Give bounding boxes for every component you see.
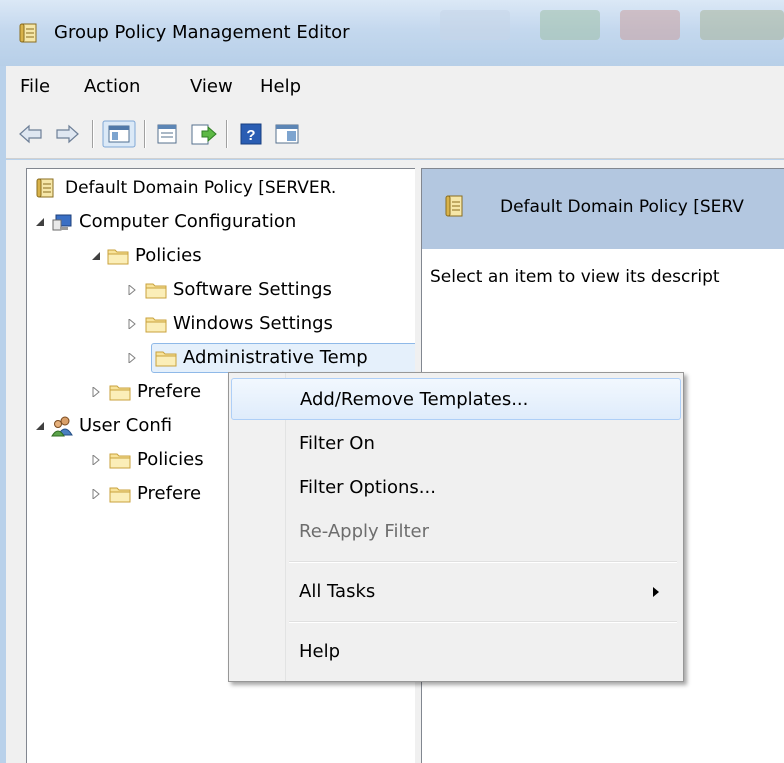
menu-item-add-remove-templates[interactable]: Add/Remove Templates... [231,378,681,420]
show-hide-console-tree-icon[interactable] [102,120,136,148]
menu-action[interactable]: Action [80,75,144,99]
policy-document-icon [19,23,37,43]
folder-icon [155,351,177,367]
tree-node-label: Policies [137,449,204,470]
window-title: Group Policy Management Editor [54,22,350,43]
computer-icon [52,214,72,231]
titlebar-decoration [540,10,600,40]
menu-item-label: Add/Remove Templates... [300,389,529,410]
policy-document-icon [445,195,463,217]
back-arrow-icon[interactable] [16,120,46,148]
menu-view[interactable]: View [186,75,237,99]
properties-icon[interactable] [152,120,182,148]
tree-node-label: Policies [135,245,202,266]
menu-item-help[interactable]: Help [231,631,681,673]
toolbar-separator [226,120,228,148]
users-icon [51,416,73,437]
titlebar-decoration [440,10,510,40]
tree-node-label: Computer Configuration [79,211,297,232]
folder-icon [109,453,131,469]
show-hide-action-pane-icon[interactable] [272,120,302,148]
titlebar-decoration [700,10,784,40]
svg-text:?: ? [246,127,255,144]
menu-item-label: Help [299,641,341,662]
help-icon[interactable]: ? [236,120,266,148]
app-window: Group Policy Management Editor File Acti… [0,0,784,763]
tree-node-label: Default Domain Policy [SERVER. [65,178,337,198]
menu-item-filter-options[interactable]: Filter Options... [231,467,681,509]
tree-node-label: Software Settings [173,279,332,300]
tree-node-label: Windows Settings [173,313,333,334]
menu-file[interactable]: File [16,75,54,99]
menu-item-label: Re-Apply Filter [299,521,429,542]
title-bar[interactable]: Group Policy Management Editor [0,0,784,66]
menu-item-filter-on[interactable]: Filter On [231,423,681,465]
folder-icon [107,249,129,265]
export-list-icon[interactable] [188,120,218,148]
folder-icon [109,385,131,401]
folder-icon [145,283,167,299]
toolbar-separator [92,120,94,148]
menu-item-all-tasks[interactable]: All Tasks [231,571,681,613]
menu-separator [289,621,677,623]
collapsed-triangle-icon[interactable] [91,455,101,465]
collapsed-triangle-icon[interactable] [127,319,137,329]
menu-item-label: Filter On [299,433,375,454]
collapsed-triangle-icon[interactable] [91,489,101,499]
policy-document-icon [36,178,54,198]
toolbar: ? [6,110,784,159]
details-description: Select an item to view its descript [430,267,720,287]
titlebar-decoration [620,10,680,40]
expanded-triangle-icon[interactable] [35,421,45,431]
tree-node-label: Administrative Temp [183,347,368,368]
expanded-triangle-icon[interactable] [91,251,101,261]
folder-icon [109,487,131,503]
tree-node-label: Prefere [137,381,202,402]
collapsed-triangle-icon[interactable] [127,353,137,363]
menu-item-label: Filter Options... [299,477,436,498]
menu-item-label: All Tasks [299,581,376,602]
toolbar-separator [144,120,146,148]
collapsed-triangle-icon[interactable] [91,387,101,397]
details-header-title: Default Domain Policy [SERV [500,197,744,217]
folder-icon [145,317,167,333]
forward-arrow-icon[interactable] [52,120,82,148]
menu-item-reapply-filter: Re-Apply Filter [231,511,681,553]
menu-separator [289,561,677,563]
context-menu: Add/Remove Templates... Filter On Filter… [228,372,684,682]
menu-bar: File Action View Help [6,66,784,111]
details-header: Default Domain Policy [SERV [422,169,784,249]
submenu-arrow-icon [653,587,659,597]
collapsed-triangle-icon[interactable] [127,285,137,295]
menu-help[interactable]: Help [256,75,305,99]
tree-node-label: User Confi [79,415,173,436]
expanded-triangle-icon[interactable] [35,217,45,227]
tree-node-label: Prefere [137,483,202,504]
